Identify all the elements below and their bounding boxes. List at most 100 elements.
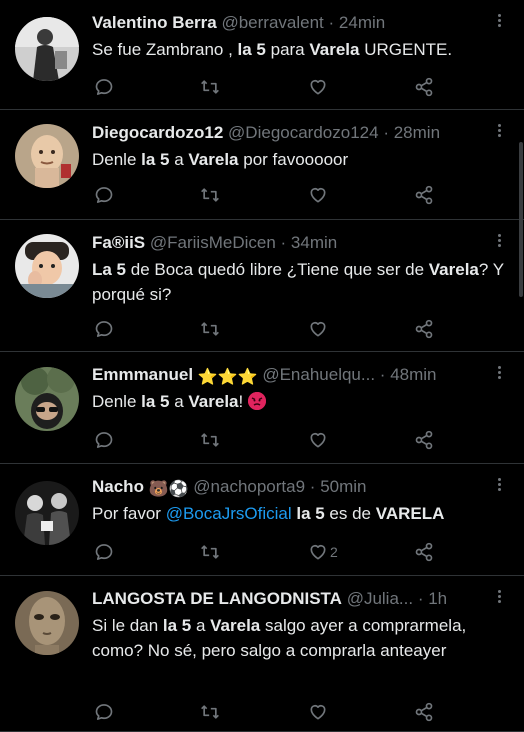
handle[interactable]: @berravalent: [221, 13, 323, 32]
timestamp[interactable]: 1h: [428, 589, 447, 608]
more-icon[interactable]: [492, 230, 506, 250]
highlighted-term: Varela: [210, 616, 261, 635]
retweet-icon[interactable]: [200, 700, 220, 724]
text-segment: URGENTE.: [359, 40, 453, 59]
tweet-header: Diegocardozo12 @Diegocardozo124 · 28min: [92, 122, 484, 144]
tweet[interactable]: Valentino Berra @berravalent · 24min Se f…: [0, 0, 524, 110]
display-name[interactable]: Nacho: [92, 477, 144, 496]
reply-icon[interactable]: [94, 183, 114, 207]
highlighted-term: Varela: [309, 40, 360, 59]
tweet-header: Fa®iiS @FariisMeDicen · 34min: [92, 232, 484, 254]
timestamp[interactable]: 28min: [394, 123, 440, 142]
avatar[interactable]: [15, 124, 79, 188]
angry-face-icon: [247, 392, 266, 410]
tweet[interactable]: LANGOSTA DE LANGODNISTA @Julia... · 1h Si…: [0, 576, 524, 732]
avatar[interactable]: [15, 591, 79, 655]
separator-dot: ·: [379, 365, 386, 384]
display-name[interactable]: Fa®iiS: [92, 233, 145, 252]
separator-dot: ·: [309, 477, 316, 496]
display-name[interactable]: Emmmanuel: [92, 365, 193, 384]
reply-icon[interactable]: [94, 75, 114, 99]
like-icon[interactable]: [308, 183, 330, 207]
share-icon[interactable]: [414, 75, 434, 99]
share-icon[interactable]: [414, 317, 434, 341]
share-icon[interactable]: [414, 183, 434, 207]
share-icon[interactable]: [414, 700, 434, 724]
text-segment: es de: [324, 504, 376, 523]
like-icon[interactable]: [308, 317, 330, 341]
separator-dot: ·: [417, 589, 424, 608]
handle[interactable]: @nachoporta9: [193, 477, 305, 496]
tweet[interactable]: Emmmanuel ⭐⭐⭐ @Enahuelqu... · 48min Denle…: [0, 352, 524, 464]
tweet-actions: [92, 75, 442, 99]
like-icon[interactable]: [308, 75, 330, 99]
display-name[interactable]: Valentino Berra: [92, 13, 217, 32]
mention-link[interactable]: @BocaJrsOficial: [166, 504, 292, 523]
text-segment: Denle: [92, 392, 142, 411]
tweet-actions: [92, 428, 442, 452]
timestamp[interactable]: 48min: [390, 365, 436, 384]
highlighted-term: Varela: [188, 150, 239, 169]
like-icon[interactable]: [308, 700, 330, 724]
more-icon[interactable]: [492, 120, 506, 140]
text-segment: Se fue Zambrano ,: [92, 40, 238, 59]
more-icon[interactable]: [492, 586, 506, 606]
text-segment: !: [238, 392, 248, 411]
retweet-icon[interactable]: [200, 75, 220, 99]
text-segment: Por favor: [92, 504, 166, 523]
tweet-text: Se fue Zambrano , la 5 para Varela URGEN…: [92, 37, 504, 62]
share-icon[interactable]: [414, 540, 434, 564]
tweet-text: Por favor @BocaJrsOficial la 5 es de VAR…: [92, 501, 504, 526]
separator-dot: ·: [328, 13, 335, 32]
more-icon[interactable]: [492, 10, 506, 30]
handle[interactable]: @Julia...: [347, 589, 413, 608]
handle[interactable]: @FariisMeDicen: [150, 233, 276, 252]
reply-icon[interactable]: [94, 428, 114, 452]
tweet-feed: Valentino Berra @berravalent · 24min Se f…: [0, 0, 524, 732]
tweet-text: Denle la 5 a Varela por favooooor: [92, 147, 504, 172]
tweet[interactable]: Diegocardozo12 @Diegocardozo124 · 28min D…: [0, 110, 524, 220]
timestamp[interactable]: 34min: [291, 233, 337, 252]
retweet-icon[interactable]: [200, 317, 220, 341]
tweet-header: Emmmanuel ⭐⭐⭐ @Enahuelqu... · 48min: [92, 364, 484, 389]
text-segment: de Boca quedó libre ¿Tiene que ser de: [126, 260, 429, 279]
more-icon[interactable]: [492, 474, 506, 494]
retweet-icon[interactable]: [200, 428, 220, 452]
retweet-icon[interactable]: [200, 183, 220, 207]
tweet-actions: [92, 183, 442, 207]
avatar[interactable]: [15, 17, 79, 81]
separator-dot: ·: [383, 123, 389, 142]
timestamp[interactable]: 24min: [339, 13, 385, 32]
like-icon[interactable]: [308, 428, 330, 452]
retweet-icon[interactable]: [200, 540, 220, 564]
scrollbar[interactable]: [519, 142, 523, 297]
more-icon[interactable]: [492, 362, 506, 382]
highlighted-term: la 5: [141, 150, 170, 169]
text-segment: Denle: [92, 150, 142, 169]
tweet-header: LANGOSTA DE LANGODNISTA @Julia... · 1h: [92, 588, 484, 610]
tweet-actions: [92, 700, 442, 724]
tweet-text: Si le dan la 5 a Varela salgo ayer a com…: [92, 613, 504, 663]
reply-icon[interactable]: [94, 317, 114, 341]
tweet-text: Denle la 5 a Varela!: [92, 389, 504, 414]
text-segment: a: [191, 616, 211, 635]
reply-icon[interactable]: [94, 700, 114, 724]
handle[interactable]: @Diegocardozo124: [228, 123, 379, 142]
tweet-text: La 5 de Boca quedó libre ¿Tiene que ser …: [92, 257, 504, 307]
display-name[interactable]: Diegocardozo12: [92, 123, 223, 142]
like-icon[interactable]: 2: [308, 540, 338, 564]
tweet[interactable]: Fa®iiS @FariisMeDicen · 34min La 5 de Boc…: [0, 220, 524, 352]
handle[interactable]: @Enahuelqu...: [262, 365, 375, 384]
reply-icon[interactable]: [94, 540, 114, 564]
tweet[interactable]: Nacho 🐻⚽ @nachoporta9 · 50min Por favor @…: [0, 464, 524, 576]
timestamp[interactable]: 50min: [320, 477, 366, 496]
highlighted-term: la 5: [296, 504, 325, 523]
display-name[interactable]: LANGOSTA DE LANGODNISTA: [92, 589, 342, 608]
highlighted-term: La 5: [92, 260, 127, 279]
avatar[interactable]: [15, 481, 79, 545]
name-emoji: 🐻⚽: [148, 481, 189, 498]
tweet-actions: 2: [92, 540, 442, 564]
avatar[interactable]: [15, 234, 79, 298]
avatar[interactable]: [15, 367, 79, 431]
share-icon[interactable]: [414, 428, 434, 452]
